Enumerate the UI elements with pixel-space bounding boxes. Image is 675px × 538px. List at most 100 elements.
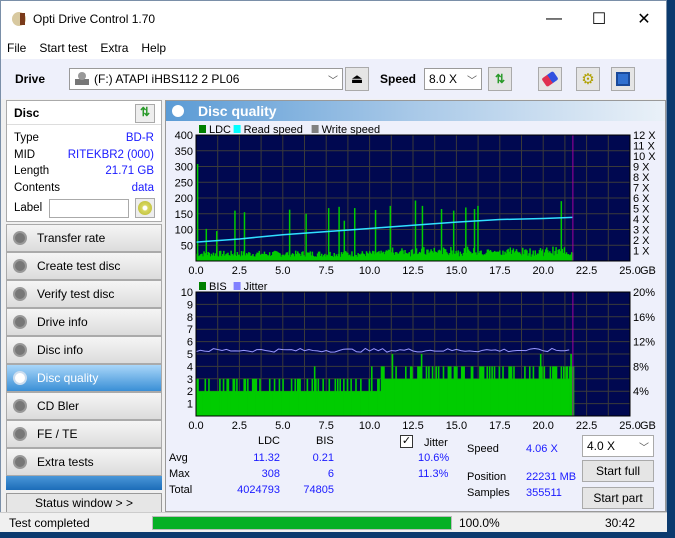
nav-drive-info[interactable]: Drive info bbox=[6, 308, 162, 336]
close-button[interactable]: ✕ bbox=[621, 1, 667, 37]
x-tick-label: 0.0 bbox=[188, 420, 203, 431]
y2-tick-label: 8 X bbox=[633, 172, 650, 184]
y2-tick-label: 12 X bbox=[633, 130, 656, 142]
y-tick-label: 5 bbox=[187, 349, 193, 361]
eject-button[interactable]: ⏏ bbox=[345, 67, 369, 91]
progress-text: 100.0% bbox=[459, 516, 500, 530]
test-speed-select[interactable]: 4.0 X ﹀ bbox=[582, 435, 654, 457]
y-tick-label: 250 bbox=[175, 177, 193, 189]
chevron-down-icon: ﹀ bbox=[328, 76, 338, 87]
nav-disc-quality[interactable]: Disc quality bbox=[6, 364, 162, 392]
x-tick-label: 7.5 bbox=[319, 265, 334, 277]
y-tick-label: 50 bbox=[181, 240, 193, 252]
samples-label: Samples bbox=[467, 487, 510, 499]
elapsed-time: 30:42 bbox=[605, 516, 636, 530]
y2-tick-label: 9 X bbox=[633, 162, 650, 174]
y2-tick-label: 8% bbox=[633, 361, 649, 373]
erase-button[interactable] bbox=[538, 67, 562, 91]
y-tick-label: 6 bbox=[187, 337, 193, 349]
disc-icon bbox=[13, 343, 27, 357]
nav-label: CD Bler bbox=[37, 399, 80, 413]
legend-label: LDC bbox=[209, 124, 231, 136]
stat-bis-value: 6 bbox=[327, 468, 334, 480]
nav-transfer-rate[interactable]: Transfer rate bbox=[6, 224, 162, 252]
start-part-button[interactable]: Start part bbox=[582, 487, 654, 509]
menu-bar: File Start test Extra Help bbox=[1, 37, 666, 59]
y-tick-label: 100 bbox=[175, 225, 193, 237]
jitter-checkbox[interactable]: ✓ bbox=[400, 435, 413, 448]
y2-tick-label: 4 X bbox=[633, 214, 650, 226]
start-full-button[interactable]: Start full bbox=[582, 460, 654, 482]
menu-start-test[interactable]: Start test bbox=[39, 41, 87, 55]
save-button[interactable] bbox=[611, 67, 635, 91]
ldc-spike bbox=[465, 207, 467, 261]
disc-refresh-button[interactable]: ⇅ bbox=[135, 104, 155, 123]
menu-help[interactable]: Help bbox=[141, 41, 166, 55]
nav-disc-info[interactable]: Disc info bbox=[6, 336, 162, 364]
nav-verify-test-disc[interactable]: Verify test disc bbox=[6, 280, 162, 308]
stat-row-label: Avg bbox=[169, 452, 188, 464]
nav-label: Disc quality bbox=[37, 371, 99, 385]
label-input[interactable] bbox=[49, 198, 129, 218]
disc-value: BD-R bbox=[125, 132, 154, 145]
x-tick-label: 5.0 bbox=[275, 265, 290, 277]
status-window-button[interactable]: Status window > > bbox=[6, 493, 162, 513]
chevron-down-icon: ﹀ bbox=[467, 76, 477, 87]
disc-row-label: Label bbox=[7, 196, 161, 220]
maximize-button[interactable]: ☐ bbox=[576, 1, 622, 37]
y2-tick-label: 4% bbox=[633, 386, 649, 398]
speed-select[interactable]: 8.0 X ﹀ bbox=[424, 68, 482, 90]
disc-key: Length bbox=[14, 165, 50, 178]
refresh-button[interactable]: ⇅ bbox=[488, 67, 512, 91]
nav-label: FE / TE bbox=[37, 427, 78, 441]
legend-swatch bbox=[199, 282, 206, 290]
nav-create-test-disc[interactable]: Create test disc bbox=[6, 252, 162, 280]
x-tick-label: 10.0 bbox=[359, 265, 380, 277]
disc-icon bbox=[13, 427, 27, 441]
y2-tick-label: 7 X bbox=[633, 183, 650, 195]
refresh-arrows-icon: ⇅ bbox=[139, 105, 151, 119]
ldc-spike bbox=[196, 163, 199, 261]
disc-quality-icon bbox=[172, 105, 184, 117]
nav-label: Disc info bbox=[37, 343, 84, 357]
drive-select[interactable]: (F:) ATAPI iHBS112 2 PL06 ﹀ bbox=[69, 68, 343, 90]
ldc-spike bbox=[327, 208, 330, 261]
nav-fe-te[interactable]: FE / TE bbox=[6, 420, 162, 448]
x-tick-label: 15.0 bbox=[446, 265, 467, 277]
disc-title: Disc bbox=[14, 105, 40, 120]
disc-panel: Disc ⇅ Type BD-R MID RITEKBR2 (000) Length… bbox=[6, 100, 162, 222]
test-speed-value: 4.0 X bbox=[587, 439, 616, 453]
x-tick-label: 15.0 bbox=[446, 420, 467, 431]
y-tick-label: 3 bbox=[187, 374, 193, 386]
ldc-spike bbox=[477, 205, 479, 261]
legend-swatch bbox=[233, 282, 241, 290]
ldc-spike bbox=[338, 206, 340, 261]
progress-bar bbox=[152, 516, 452, 530]
stat-ldc-value: 11.32 bbox=[253, 452, 280, 464]
ldc-spike bbox=[243, 212, 246, 261]
y-tick-label: 8 bbox=[187, 312, 193, 324]
settings-button[interactable]: ⚙ bbox=[576, 67, 600, 91]
speed-label: Speed bbox=[380, 72, 417, 86]
legend-label: BIS bbox=[209, 281, 227, 293]
ldc-spike bbox=[414, 200, 417, 261]
ldc-spike bbox=[305, 213, 307, 261]
y2-tick-label: 1 X bbox=[633, 246, 650, 258]
nav-cd-bler[interactable]: CD Bler bbox=[6, 392, 162, 420]
disc-key: MID bbox=[14, 148, 36, 161]
y2-tick-label: 11 X bbox=[633, 141, 655, 153]
minimize-button[interactable]: — bbox=[531, 1, 577, 37]
legend-swatch bbox=[233, 125, 241, 133]
legend-label: Jitter bbox=[244, 281, 268, 293]
menu-file[interactable]: File bbox=[7, 41, 26, 55]
menu-extra[interactable]: Extra bbox=[100, 41, 128, 55]
speed-stat-label: Speed bbox=[467, 443, 499, 455]
sidebar: Disc ⇅ Type BD-R MID RITEKBR2 (000) Length… bbox=[6, 100, 162, 513]
disc-row-mid: MID RITEKBR2 (000) bbox=[7, 147, 161, 164]
nav-extra-tests[interactable]: Extra tests bbox=[6, 448, 162, 476]
label-disc-button[interactable] bbox=[135, 198, 155, 218]
ldc-spike bbox=[452, 210, 455, 261]
x-tick-label: 7.5 bbox=[319, 420, 334, 431]
ldc-spike bbox=[205, 228, 208, 261]
floppy-save-icon bbox=[616, 72, 630, 86]
